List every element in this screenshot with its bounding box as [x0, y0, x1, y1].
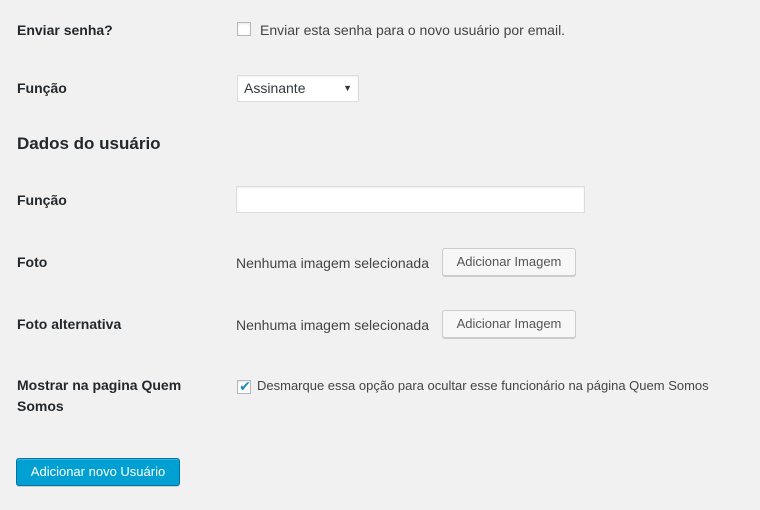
foto-alt-label: Foto alternativa: [17, 316, 122, 332]
show-on-page-label: Mostrar na pagina Quem Somos: [17, 375, 181, 417]
funcao-field-label: Função: [17, 192, 67, 208]
checkmark-icon: ✔: [239, 378, 251, 394]
add-foto-button[interactable]: Adicionar Imagem: [442, 248, 576, 276]
section-title-user-data: Dados do usuário: [17, 134, 161, 153]
show-on-page-label-line1: Mostrar na pagina Quem: [17, 377, 182, 393]
foto-alt-status: Nenhuma imagem selecionada: [236, 317, 429, 333]
foto-status: Nenhuma imagem selecionada: [236, 255, 429, 271]
show-on-page-checkbox-text: Desmarque essa opção para ocultar esse f…: [257, 378, 709, 393]
dropdown-arrow-icon: ▼: [343, 83, 352, 93]
send-password-label: Enviar senha?: [17, 22, 113, 38]
add-new-user-button[interactable]: Adicionar novo Usuário: [16, 458, 180, 486]
foto-label: Foto: [17, 254, 48, 270]
send-password-checkbox-text: Enviar esta senha para o novo usuário po…: [260, 22, 566, 38]
funcao-input[interactable]: [236, 186, 585, 213]
send-password-checkbox[interactable]: [237, 22, 251, 36]
add-foto-alt-button[interactable]: Adicionar Imagem: [442, 310, 576, 338]
show-on-page-label-line2: Somos: [17, 398, 64, 414]
role-label: Função: [17, 80, 67, 96]
role-select-value: Assinante: [244, 80, 306, 96]
show-on-page-checkbox[interactable]: ✔: [237, 378, 251, 394]
role-select[interactable]: Assinante ▼: [237, 75, 359, 102]
